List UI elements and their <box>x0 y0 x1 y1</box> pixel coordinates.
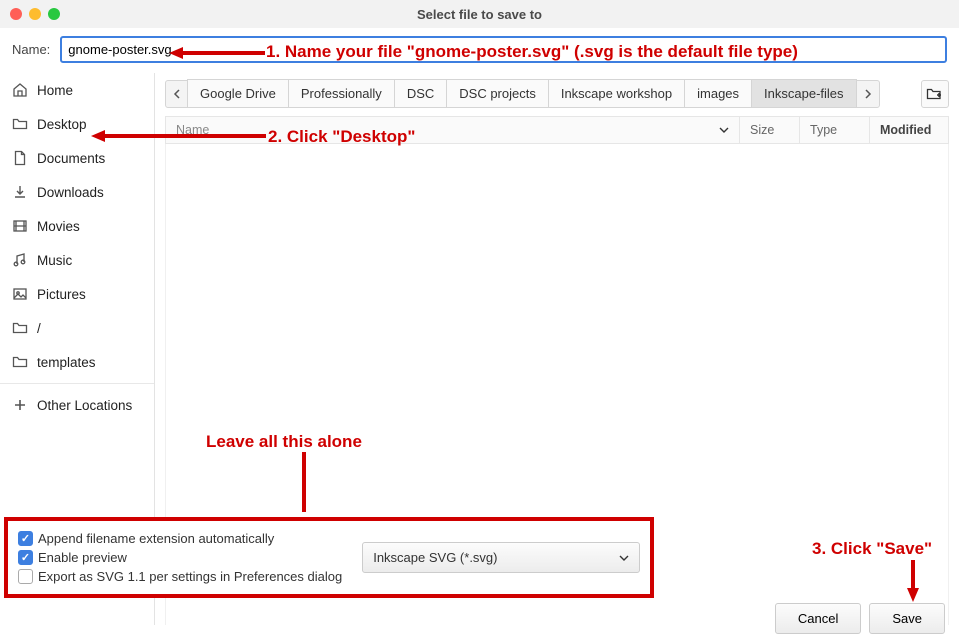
export-svg11-checkbox[interactable] <box>18 569 33 584</box>
sidebar-item-downloads[interactable]: Downloads <box>0 175 154 209</box>
titlebar: Select file to save to <box>0 0 959 28</box>
window-title: Select file to save to <box>0 7 959 22</box>
append-extension-checkbox[interactable] <box>18 531 33 546</box>
column-header-name[interactable]: Name <box>165 116 739 144</box>
column-header-type[interactable]: Type <box>799 116 869 144</box>
folder-icon <box>12 320 28 336</box>
sidebar-item-label: Desktop <box>37 117 87 132</box>
options-checkboxes: Append filename extension automatically … <box>18 531 342 584</box>
chevron-down-icon <box>619 555 629 561</box>
sidebar-item-home[interactable]: Home <box>0 73 154 107</box>
picture-icon <box>12 286 28 302</box>
sidebar-item-label: Downloads <box>37 185 104 200</box>
column-label: Name <box>176 123 209 137</box>
sidebar-item-label: templates <box>37 355 96 370</box>
breadcrumbs: Google Drive Professionally DSC DSC proj… <box>188 79 857 108</box>
enable-preview-checkbox[interactable] <box>18 550 33 565</box>
name-label: Name: <box>12 42 50 57</box>
sidebar-item-label: Movies <box>37 219 80 234</box>
music-icon <box>12 252 28 268</box>
option-row: Enable preview <box>18 550 342 565</box>
save-button[interactable]: Save <box>869 603 945 634</box>
option-label: Export as SVG 1.1 per settings in Prefer… <box>38 569 342 584</box>
column-header-modified[interactable]: Modified <box>869 116 949 144</box>
document-icon <box>12 150 28 166</box>
home-icon <box>12 82 28 98</box>
option-label: Append filename extension automatically <box>38 531 274 546</box>
sidebar-item-desktop[interactable]: Desktop <box>0 107 154 141</box>
sidebar-item-movies[interactable]: Movies <box>0 209 154 243</box>
chevron-right-icon <box>864 89 872 99</box>
breadcrumb[interactable]: DSC projects <box>446 79 549 108</box>
sort-down-icon <box>719 127 729 133</box>
sidebar-item-label: Other Locations <box>37 398 132 413</box>
sidebar-item-music[interactable]: Music <box>0 243 154 277</box>
name-row: Name: <box>0 28 959 73</box>
cancel-button[interactable]: Cancel <box>775 603 861 634</box>
file-format-dropdown[interactable]: Inkscape SVG (*.svg) <box>362 542 640 573</box>
breadcrumb-back-button[interactable] <box>165 80 189 108</box>
folder-icon <box>12 116 28 132</box>
folder-icon <box>12 354 28 370</box>
sidebar-item-other-locations[interactable]: Other Locations <box>0 388 154 422</box>
breadcrumb[interactable]: DSC <box>394 79 447 108</box>
footer-buttons: Cancel Save <box>775 603 945 634</box>
divider <box>0 383 154 384</box>
sidebar-item-label: / <box>37 321 41 336</box>
chevron-left-icon <box>173 89 181 99</box>
sidebar-item-label: Home <box>37 83 73 98</box>
breadcrumb[interactable]: Google Drive <box>187 79 289 108</box>
sidebar-item-label: Pictures <box>37 287 86 302</box>
dropdown-value: Inkscape SVG (*.svg) <box>373 550 497 565</box>
sidebar-item-documents[interactable]: Documents <box>0 141 154 175</box>
breadcrumb[interactable]: Inkscape-files <box>751 79 856 108</box>
breadcrumb[interactable]: Professionally <box>288 79 395 108</box>
option-row: Append filename extension automatically <box>18 531 342 546</box>
movie-icon <box>12 218 28 234</box>
new-folder-icon <box>926 86 944 102</box>
sidebar-item-templates[interactable]: templates <box>0 345 154 379</box>
breadcrumb-forward-button[interactable] <box>856 80 880 108</box>
breadcrumb[interactable]: Inkscape workshop <box>548 79 685 108</box>
sidebar-item-label: Music <box>37 253 72 268</box>
options-area: Append filename extension automatically … <box>4 517 654 598</box>
breadcrumb[interactable]: images <box>684 79 752 108</box>
sidebar-item-root[interactable]: / <box>0 311 154 345</box>
sidebar-item-label: Documents <box>37 151 105 166</box>
option-row: Export as SVG 1.1 per settings in Prefer… <box>18 569 342 584</box>
filename-input[interactable] <box>60 36 947 63</box>
column-header-size[interactable]: Size <box>739 116 799 144</box>
download-icon <box>12 184 28 200</box>
breadcrumb-bar: Google Drive Professionally DSC DSC proj… <box>155 73 959 108</box>
new-folder-button[interactable] <box>921 80 949 108</box>
option-label: Enable preview <box>38 550 127 565</box>
plus-icon <box>12 397 28 413</box>
sidebar-item-pictures[interactable]: Pictures <box>0 277 154 311</box>
column-headers: Name Size Type Modified <box>165 116 949 144</box>
